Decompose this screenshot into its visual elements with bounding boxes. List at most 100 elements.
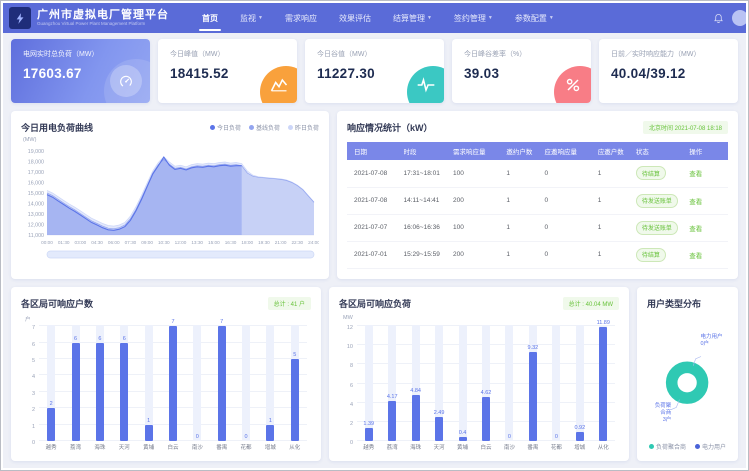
- nav-item-签约管理[interactable]: 签约管理▼: [443, 3, 504, 33]
- gauge-icon: [110, 65, 142, 97]
- kpi-title: 今日峰谷差率（%）: [464, 49, 591, 59]
- table-row: 2021-07-0716:06~16:36100101待发送账单查看: [347, 214, 728, 241]
- view-link[interactable]: 查看: [689, 226, 702, 233]
- y-tick-label: 0: [339, 440, 353, 446]
- x-category-label: 荔湾: [63, 443, 87, 453]
- x-category-label: 天河: [427, 443, 450, 453]
- bar-column-白云: 7: [161, 325, 185, 441]
- bars-row: 26661707015: [39, 325, 307, 441]
- y-tick-label: 0: [21, 440, 35, 446]
- series-area-今日负荷: [47, 157, 242, 235]
- user-avatar[interactable]: [732, 10, 746, 26]
- load-curve-chart: 11,00012,00013,00014,00015,00016,00017,0…: [21, 143, 319, 271]
- x-category-label: 南沙: [185, 443, 209, 453]
- x-category-label: 海珠: [88, 443, 112, 453]
- bar-column-荔湾: 6: [63, 325, 87, 441]
- district-households-title: 各区局可响应户数: [21, 297, 93, 310]
- bar: [96, 343, 104, 441]
- bar: [145, 425, 153, 441]
- nav-item-监视[interactable]: 监视▼: [229, 3, 274, 33]
- bar: [599, 327, 607, 441]
- status-badge: 待结算: [636, 248, 666, 262]
- legend-item-基线负荷[interactable]: 基线负荷: [249, 123, 280, 132]
- bar-column-番禺: 9.32: [521, 325, 544, 441]
- y-axis-tick: 16,000: [28, 181, 44, 187]
- x-axis-tick: 09:00: [141, 240, 153, 245]
- bar-value-label: 9.32: [528, 345, 539, 351]
- column-header: 日期: [347, 142, 397, 160]
- bar-value-label: 2.49: [434, 410, 445, 416]
- bar-value-label: 4.62: [481, 390, 492, 396]
- nav-item-参数配置[interactable]: 参数配置▼: [504, 3, 565, 33]
- y-tick-label: 7: [21, 325, 35, 331]
- bar-column-黄埔: 0.4: [451, 325, 474, 441]
- donut-legend-item-负荷聚合商[interactable]: 负荷聚合商: [649, 442, 686, 451]
- table-cell: 0: [537, 160, 590, 187]
- y-axis-tick: 17,000: [28, 170, 44, 176]
- bar-column-南沙: 0: [185, 325, 209, 441]
- panel-district-load: 各区局可响应负荷 总计 : 40.04 MW MW 0246810121.394…: [329, 287, 629, 461]
- y-tick-label: 8: [339, 363, 353, 369]
- bar-column-荔湾: 4.17: [380, 325, 403, 441]
- table-cell: 1: [591, 160, 629, 187]
- bar: [120, 343, 128, 441]
- table-cell: 0: [537, 214, 590, 241]
- y-axis-tick: 13,000: [28, 212, 44, 218]
- bar-track: [193, 325, 201, 441]
- district-load-xaxis: 越秀荔湾海珠天河黄埔白云南沙番禺花都增城从化: [357, 443, 615, 453]
- households-total-badge: 总计 : 41 户: [268, 297, 311, 310]
- datazoom-scrollbar[interactable]: [47, 251, 314, 258]
- nav-item-label: 效果评估: [339, 13, 371, 24]
- table-cell: 1: [591, 187, 629, 214]
- table-cell-status: 待发送账单: [629, 214, 682, 241]
- nav-item-结算管理[interactable]: 结算管理▼: [382, 3, 443, 33]
- panel-district-households: 各区局可响应户数 总计 : 41 户 户 0123456726661707015…: [11, 287, 321, 461]
- kpi-card-1: 今日峰值（MW）18415.52: [158, 39, 297, 103]
- nav-item-首页[interactable]: 首页: [191, 3, 229, 33]
- y-tick-label: 4: [339, 402, 353, 408]
- y-tick-label: 1: [21, 424, 35, 430]
- bar: [291, 359, 299, 441]
- bar-track: [505, 325, 513, 441]
- table-cell-action: 查看: [682, 214, 728, 241]
- table-cell: 200: [446, 187, 499, 214]
- view-link[interactable]: 查看: [689, 253, 702, 260]
- brand: 广州市虚拟电厂管理平台 Guangzhou Virtual Power Plan…: [37, 9, 169, 26]
- view-link[interactable]: 查看: [689, 171, 702, 178]
- x-category-label: 白云: [474, 443, 497, 453]
- x-category-label: 增城: [258, 443, 282, 453]
- kpi-title: 今日峰值（MW）: [170, 49, 297, 59]
- table-cell: 100: [446, 214, 499, 241]
- nav-item-效果评估[interactable]: 效果评估: [328, 3, 382, 33]
- table-cell: 200: [446, 241, 499, 268]
- bar: [365, 428, 373, 441]
- donut-legend-item-电力用户[interactable]: 电力用户: [695, 442, 726, 451]
- donut-label-power-user: 电力用户 0户: [700, 334, 722, 348]
- app-subtitle: Guangzhou Virtual Power Plant Management…: [37, 22, 169, 27]
- bar-value-label: 5: [293, 352, 296, 358]
- nav-item-需求响应[interactable]: 需求响应: [274, 3, 328, 33]
- nav-item-label: 签约管理: [454, 13, 486, 24]
- bell-icon[interactable]: [713, 13, 724, 24]
- bar-value-label: 0.92: [574, 425, 585, 431]
- bars-row: 1.394.174.842.490.44.6209.3200.9211.89: [357, 325, 615, 441]
- load-total-badge: 总计 : 40.04 MW: [563, 297, 619, 310]
- x-axis-tick: 04:30: [91, 240, 103, 245]
- load-curve-title: 今日用电负荷曲线: [21, 121, 93, 134]
- view-link[interactable]: 查看: [689, 199, 702, 206]
- table-cell-action: 查看: [682, 187, 728, 214]
- y-axis-tick: 15,000: [28, 191, 44, 197]
- bar-value-label: 0: [245, 434, 248, 440]
- kpi-title: 日前／实时响应能力（MW）: [611, 49, 738, 59]
- y-tick-label: 6: [21, 342, 35, 348]
- table-cell: 14:11~14:41: [397, 187, 447, 214]
- table-row: 2021-07-0115:29~15:59200101待结算查看: [347, 241, 728, 268]
- legend-item-今日负荷[interactable]: 今日负荷: [210, 123, 241, 132]
- legend-item-昨日负荷[interactable]: 昨日负荷: [288, 123, 319, 132]
- bar: [47, 408, 55, 441]
- status-badge: 待发送账单: [636, 194, 678, 208]
- bar: [459, 437, 467, 441]
- x-category-label: 从化: [283, 443, 307, 453]
- table-cell-status: 待结算: [629, 160, 682, 187]
- kpi-title: 电网实时总负荷（MW）: [23, 49, 150, 59]
